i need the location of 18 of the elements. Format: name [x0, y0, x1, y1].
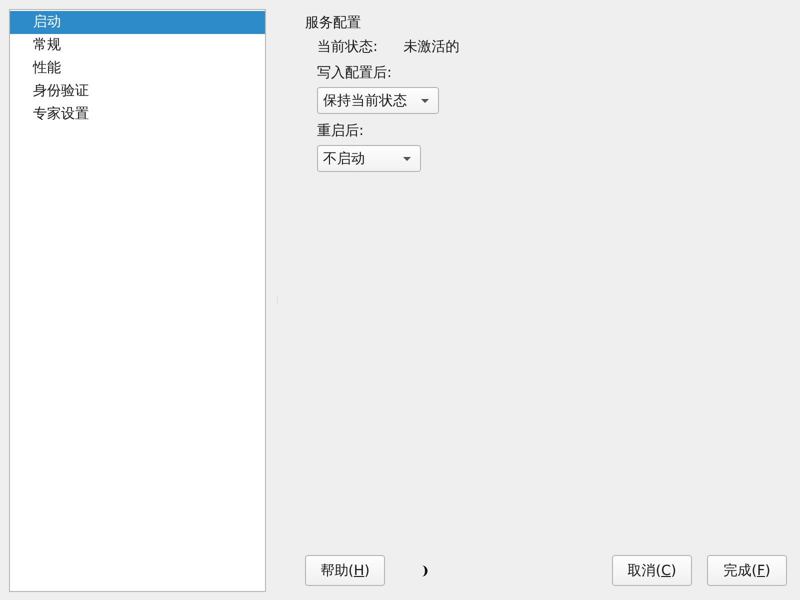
caret-icon: [403, 156, 411, 160]
sidebar-item[interactable]: 专家设置: [10, 103, 265, 126]
section-title: 服务配置: [305, 14, 362, 32]
finish-button[interactable]: 完成(F): [707, 555, 787, 586]
cancel-button[interactable]: 取消(C): [612, 555, 692, 586]
sidebar-item[interactable]: 身份验证: [10, 80, 265, 103]
field-label: 写入配置后:: [317, 64, 393, 82]
dropdown[interactable]: 不启动: [317, 145, 421, 172]
dropdown[interactable]: 保持当前状态: [317, 87, 439, 114]
help-button[interactable]: 帮助(H): [305, 555, 385, 586]
caret-icon: [421, 98, 429, 102]
sidebar-item[interactable]: 启动: [10, 11, 265, 34]
field-label: 重启后:: [317, 122, 365, 140]
status-value: 未激活的: [404, 38, 460, 56]
sidebar-item[interactable]: 性能: [10, 57, 265, 80]
sidebar-item[interactable]: 常规: [10, 34, 265, 57]
status-label: 当前状态:: [317, 38, 378, 56]
moon-icon: [420, 564, 430, 576]
